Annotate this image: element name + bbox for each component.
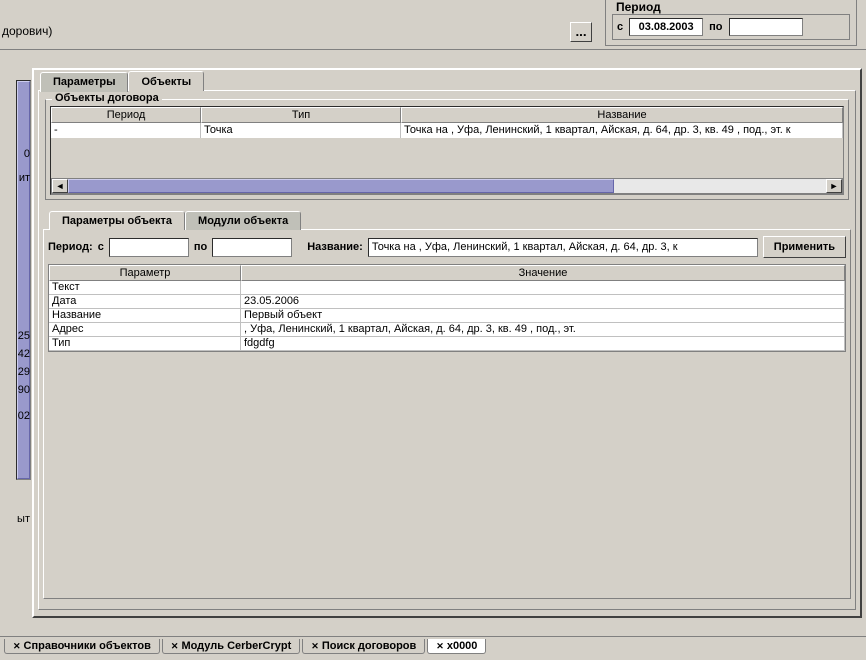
contract-objects-grid[interactable]: Период Тип Название - Точка Точка на , У… xyxy=(50,106,844,195)
col-value[interactable]: Значение xyxy=(241,265,845,281)
bottom-tab-cerbercrypt[interactable]: ✕ Модуль CerberCrypt xyxy=(162,639,300,654)
period-to-input[interactable] xyxy=(729,18,803,36)
ellipsis-button[interactable]: ... xyxy=(570,22,592,42)
col-name[interactable]: Название xyxy=(401,107,843,123)
horizontal-scrollbar[interactable]: ◄ ► xyxy=(51,178,843,194)
bottom-tab-directories[interactable]: ✕ Справочники объектов xyxy=(4,639,160,654)
table-row[interactable]: Название Первый объект xyxy=(49,309,845,323)
subtab-object-modules[interactable]: Модули объекта xyxy=(185,211,301,230)
main-panel: Параметры Объекты Объекты договора Перио… xyxy=(32,68,862,618)
tab-parameters[interactable]: Параметры xyxy=(40,72,128,92)
contract-objects-label: Объекты договора xyxy=(52,92,162,104)
scroll-left-icon[interactable]: ◄ xyxy=(52,179,68,193)
period-from-input[interactable] xyxy=(629,18,703,36)
filter-to-label: по xyxy=(194,241,207,253)
apply-button[interactable]: Применить xyxy=(763,236,846,258)
period-to-label: по xyxy=(709,21,722,33)
table-row[interactable]: Дата 23.05.2006 xyxy=(49,295,845,309)
filter-to-input[interactable] xyxy=(212,238,292,257)
contract-objects-groupbox: Объекты договора Период Тип Название - Т… xyxy=(45,99,849,200)
table-row[interactable]: Тип fdgdfg xyxy=(49,337,845,351)
table-row[interactable]: - Точка Точка на , Уфа, Ленинский, 1 ква… xyxy=(51,123,843,138)
filter-period-label: Период: xyxy=(48,241,93,253)
col-parameter[interactable]: Параметр xyxy=(49,265,241,281)
filter-from-label: с xyxy=(98,241,104,253)
period-groupbox: Период с по xyxy=(605,0,857,46)
scroll-right-icon[interactable]: ► xyxy=(826,179,842,193)
period-label: Период xyxy=(614,0,663,14)
filter-name-input[interactable] xyxy=(368,238,758,257)
col-period[interactable]: Период xyxy=(51,107,201,123)
header-fragment: дорович) xyxy=(2,24,52,38)
subtab-object-params[interactable]: Параметры объекта xyxy=(49,211,185,230)
table-row[interactable]: Адрес , Уфа, Ленинский, 1 квартал, Айска… xyxy=(49,323,845,337)
filter-name-label: Название: xyxy=(307,241,363,253)
period-from-label: с xyxy=(617,21,623,33)
tab-objects[interactable]: Объекты xyxy=(128,71,204,91)
bottom-tab-x0000[interactable]: ✕ x0000 xyxy=(427,639,486,654)
close-icon[interactable]: ✕ xyxy=(436,641,444,652)
bottom-tabbar: ✕ Справочники объектов ✕ Модуль CerberCr… xyxy=(0,636,866,654)
close-icon[interactable]: ✕ xyxy=(311,641,319,652)
scroll-track[interactable] xyxy=(68,179,826,193)
bottom-tab-search[interactable]: ✕ Поиск договоров xyxy=(302,639,425,654)
table-row[interactable]: Текст xyxy=(49,281,845,295)
params-grid[interactable]: Параметр Значение Текст Дата 23.05.2006 … xyxy=(48,264,846,352)
left-strip: 0 ит 25 42 29 90 02 ыт xyxy=(0,50,32,660)
col-type[interactable]: Тип xyxy=(201,107,401,123)
close-icon[interactable]: ✕ xyxy=(13,641,21,652)
filter-from-input[interactable] xyxy=(109,238,189,257)
scroll-thumb[interactable] xyxy=(68,179,614,193)
close-icon[interactable]: ✕ xyxy=(171,641,179,652)
